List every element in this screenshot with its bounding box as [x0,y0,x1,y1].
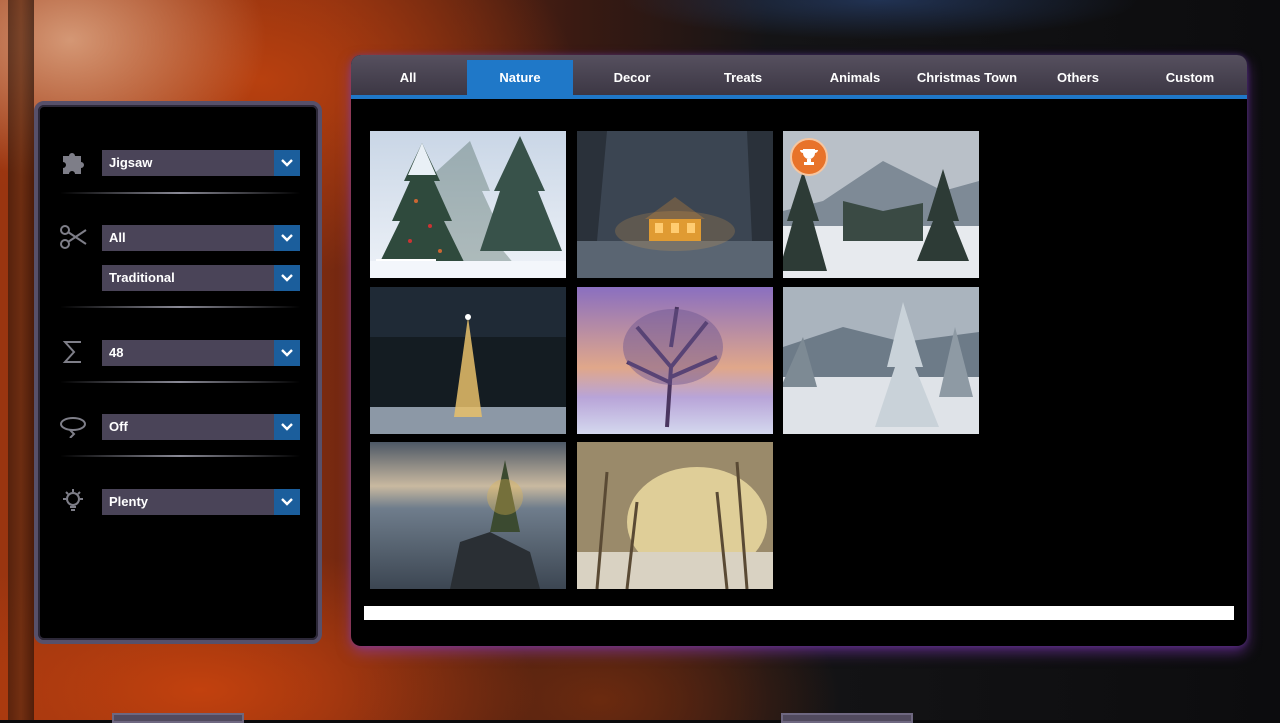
cut-style-dropdown[interactable]: Traditional [102,265,300,291]
tab-treats[interactable]: Treats [690,59,796,95]
puzzle-piece-icon [58,147,88,177]
piece-count-value: 48 [109,345,124,360]
rotation-value: Off [109,419,128,434]
divider [60,381,300,383]
bottom-right-button[interactable] [781,713,913,723]
cut-value: All [109,230,126,245]
divider [60,455,300,457]
puzzle-thumbnail[interactable] [370,131,566,278]
category-tabs: All Nature Decor Treats Animals Christma… [351,55,1247,99]
chevron-down-icon[interactable] [274,225,300,251]
puzzle-thumbnail[interactable] [370,287,566,434]
background-tree-trunk [8,0,34,720]
cut-dropdown[interactable]: All [102,225,300,251]
scissors-icon [58,222,88,252]
divider [60,192,300,194]
chevron-down-icon[interactable] [274,150,300,176]
options-panel: Jigsaw All Traditional 48 Off Plenty [34,101,322,644]
tab-custom[interactable]: Custom [1137,59,1243,95]
tab-others[interactable]: Others [1025,59,1131,95]
rotate-icon [58,411,88,441]
hints-dropdown[interactable]: Plenty [102,489,300,515]
puzzle-thumbnail[interactable] [577,287,773,434]
chevron-down-icon[interactable] [274,489,300,515]
puzzle-gallery-panel: All Nature Decor Treats Animals Christma… [351,55,1247,646]
rotation-dropdown[interactable]: Off [102,414,300,440]
tab-nature[interactable]: Nature [467,60,573,95]
puzzle-thumbnail[interactable] [370,442,566,589]
lightbulb-icon [58,486,88,516]
divider [60,306,300,308]
piece-count-dropdown[interactable]: 48 [102,340,300,366]
bottom-left-button[interactable] [112,713,244,723]
horizontal-scrollbar[interactable] [364,606,1234,620]
piece-shape-dropdown[interactable]: Jigsaw [102,150,300,176]
tab-all[interactable]: All [355,59,461,95]
tab-christmas-town[interactable]: Christmas Town [914,59,1020,95]
sigma-icon [58,337,88,367]
cut-style-value: Traditional [109,270,175,285]
tab-decor[interactable]: Decor [579,59,685,95]
hints-value: Plenty [109,494,149,509]
puzzle-thumbnail[interactable] [577,442,773,589]
puzzle-thumbnail[interactable] [783,287,979,434]
puzzle-thumbnail[interactable] [577,131,773,278]
background-glow [620,0,1140,40]
puzzle-thumbnail[interactable] [783,131,979,278]
trophy-icon [790,138,828,176]
piece-shape-value: Jigsaw [109,155,153,170]
chevron-down-icon[interactable] [274,340,300,366]
chevron-down-icon[interactable] [274,414,300,440]
chevron-down-icon[interactable] [274,265,300,291]
tab-animals[interactable]: Animals [802,59,908,95]
